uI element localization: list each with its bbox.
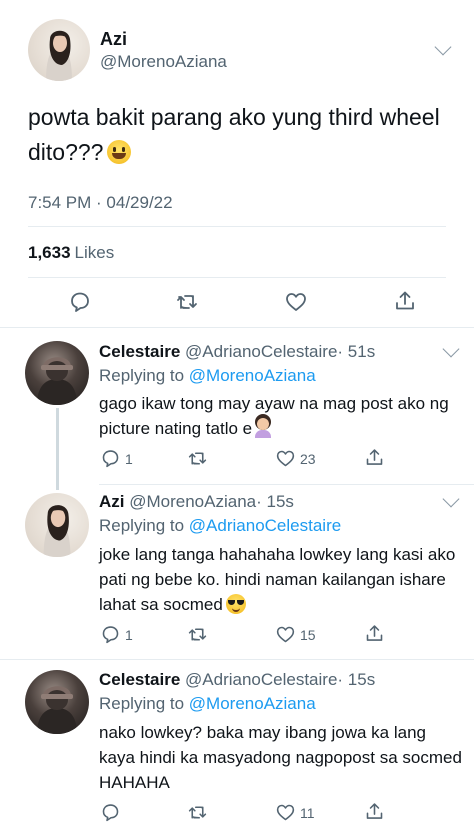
avatar[interactable] [25, 493, 89, 557]
heart-icon [276, 804, 295, 821]
grinning-face-emoji-icon [107, 140, 132, 164]
divider [28, 226, 446, 227]
reply-button[interactable] [100, 802, 121, 823]
replying-to: Replying to @MorenoAziana [99, 366, 316, 386]
retweet-icon [188, 806, 207, 819]
divider [99, 484, 474, 485]
author-handle[interactable]: @AdrianoCelestaire [185, 342, 337, 361]
likes-label: Likes [74, 243, 115, 262]
tweet-text-content: powta bakit parang ako yung third wheel … [28, 104, 440, 165]
reply-button[interactable]: 1 [100, 448, 133, 469]
retweet-icon [188, 628, 207, 641]
heart-icon [286, 293, 306, 311]
reply-count: 1 [125, 450, 133, 467]
share-button[interactable] [393, 289, 417, 313]
reply-text-content: gago ikaw tong may ayaw na mag post ako … [99, 394, 449, 438]
reply-text-content: joke lang tanga hahahaha lowkey lang kas… [99, 545, 456, 614]
divider [0, 659, 474, 660]
author-name[interactable]: Azi [100, 29, 127, 50]
reply-tweet[interactable]: Celestaire @AdrianoCelestaire· 15s Reply… [0, 668, 474, 832]
like-count: 23 [300, 450, 316, 467]
reply-tweet[interactable]: Azi @MorenoAziana· 15s Replying to @Adri… [0, 490, 474, 662]
tweet-timestamp[interactable]: 7:54 PM · 04/29/22 [28, 193, 173, 213]
divider [0, 327, 474, 328]
retweet-button[interactable] [187, 624, 208, 645]
chevron-down-icon[interactable] [442, 340, 460, 358]
share-icon [396, 291, 414, 310]
avatar-photo-icon [46, 30, 72, 81]
author-name[interactable]: Celestaire [99, 670, 180, 689]
heart-icon [276, 626, 295, 643]
replying-prefix: Replying to [99, 366, 185, 385]
main-tweet: Azi @MorenoAziana powta bakit parang ako… [0, 0, 474, 328]
heart-icon [276, 450, 295, 467]
retweet-button[interactable] [187, 802, 208, 823]
author-name[interactable]: Azi [99, 492, 125, 511]
retweet-button[interactable] [187, 448, 208, 469]
reply-time: · 15s [256, 492, 294, 511]
avatar-photo-icon [37, 357, 77, 405]
replying-prefix: Replying to [99, 694, 185, 713]
avatar[interactable] [28, 19, 90, 81]
retweet-button[interactable] [175, 290, 199, 314]
like-count: 15 [300, 626, 316, 643]
comment-bubble-icon [102, 804, 119, 822]
author-handle[interactable]: @MorenoAziana [100, 52, 227, 72]
reply-time: · 51s [337, 342, 376, 361]
reply-count: 1 [125, 626, 133, 643]
share-button[interactable] [364, 623, 385, 644]
replying-to: Replying to @MorenoAziana [99, 694, 316, 714]
like-count: 11 [300, 804, 315, 821]
chevron-down-icon[interactable] [434, 38, 452, 56]
share-icon [366, 625, 383, 641]
likes-count: 1,633 [28, 243, 71, 262]
author-handle[interactable]: @MorenoAziana [129, 492, 256, 511]
reply-text: gago ikaw tong may ayaw na mag post ako … [99, 391, 464, 441]
replying-prefix: Replying to [99, 516, 185, 535]
tweet-text: powta bakit parang ako yung third wheel … [28, 100, 448, 170]
share-icon [366, 803, 383, 819]
avatar[interactable] [25, 341, 89, 405]
replying-to: Replying to @AdrianoCelestaire [99, 516, 341, 536]
avatar-photo-icon [43, 505, 71, 557]
like-button[interactable]: 11 [275, 802, 315, 823]
like-button[interactable]: 23 [275, 448, 316, 469]
reply-text: joke lang tanga hahahaha lowkey lang kas… [99, 542, 464, 617]
replying-to-link[interactable]: @AdrianoCelestaire [189, 516, 341, 535]
reply-time: · 15s [337, 670, 376, 689]
thread-line [56, 408, 59, 490]
author-handle[interactable]: @AdrianoCelestaire [185, 670, 337, 689]
reply-header: Celestaire @AdrianoCelestaire· 15s [99, 670, 375, 690]
replying-to-link[interactable]: @MorenoAziana [189, 694, 316, 713]
comment-bubble-icon [102, 450, 119, 468]
divider [28, 277, 446, 278]
author-name[interactable]: Celestaire [99, 342, 180, 361]
comment-bubble-icon [71, 292, 89, 312]
chevron-down-icon[interactable] [442, 490, 460, 508]
reply-button[interactable] [68, 290, 92, 314]
sunglasses-face-emoji-icon [225, 594, 246, 614]
like-button[interactable] [284, 290, 308, 314]
replying-to-link[interactable]: @MorenoAziana [189, 366, 316, 385]
person-facepalming-emoji-icon [254, 418, 272, 438]
share-button[interactable] [364, 447, 385, 468]
likes-stat[interactable]: 1,633 Likes [28, 243, 114, 263]
reply-button[interactable]: 1 [100, 624, 133, 645]
share-icon [366, 449, 383, 465]
like-button[interactable]: 15 [275, 624, 316, 645]
reply-text: nako lowkey? baka may ibang jowa ka lang… [99, 723, 462, 792]
reply-header: Azi @MorenoAziana· 15s [99, 492, 294, 512]
avatar[interactable] [25, 670, 89, 734]
share-button[interactable] [364, 801, 385, 822]
comment-bubble-icon [102, 626, 119, 644]
reply-tweet[interactable]: Celestaire @AdrianoCelestaire· 51s Reply… [0, 340, 474, 490]
avatar-photo-icon [37, 686, 77, 734]
retweet-icon [188, 452, 207, 465]
reply-header: Celestaire @AdrianoCelestaire· 51s [99, 342, 375, 362]
retweet-icon [177, 295, 197, 309]
